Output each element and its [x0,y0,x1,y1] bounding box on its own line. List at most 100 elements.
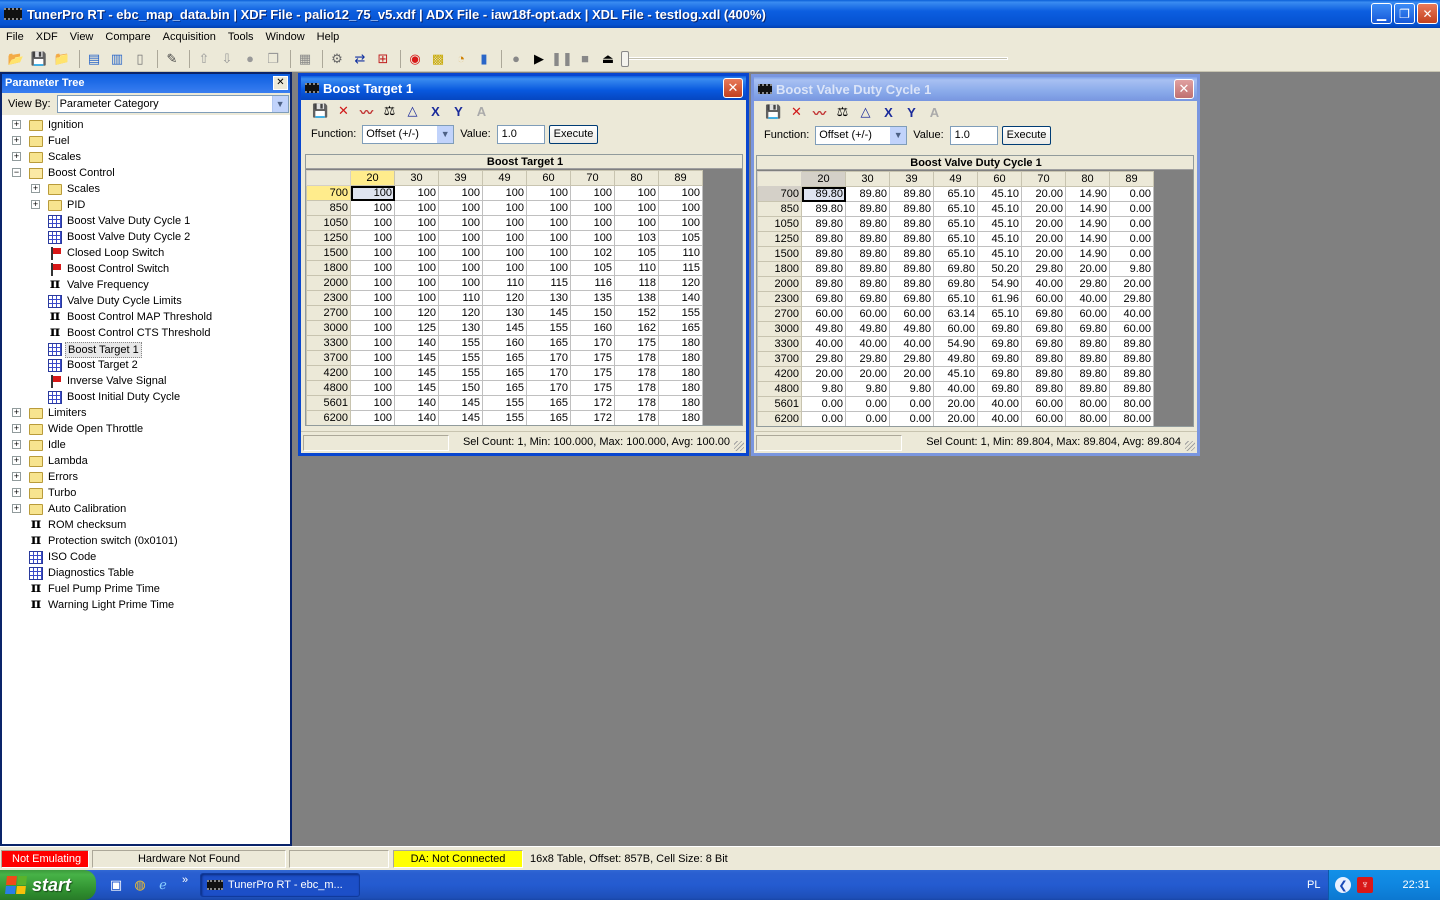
table-cell[interactable]: 60.00 [889,306,934,322]
font-icon[interactable]: A [472,102,491,120]
table-cell[interactable]: 60.00 [1021,396,1066,412]
table-cell[interactable]: 100 [570,200,615,216]
column-header[interactable]: 30 [845,171,890,187]
table-cell[interactable]: 145 [438,395,483,411]
table-cell[interactable]: 100 [526,260,571,276]
table-cell[interactable]: 89.80 [845,246,890,262]
table-cell[interactable]: 100 [482,230,527,246]
tree-item[interactable]: + Limiters [2,405,290,421]
table-cell[interactable]: 0.00 [1109,201,1154,217]
table-cell[interactable]: 89.80 [1109,366,1154,382]
table-cell[interactable]: 20.00 [1021,246,1066,262]
tree-item[interactable]: π Boost Control MAP Threshold [2,309,290,325]
table-cell[interactable]: 60.00 [845,306,890,322]
column-header[interactable]: 20 [350,170,395,186]
window-close-icon[interactable]: ✕ [1174,79,1194,99]
chevron-down-icon[interactable]: ▼ [890,126,907,144]
table-cell[interactable]: 100 [350,305,395,321]
table-cell[interactable]: 100 [526,230,571,246]
row-header[interactable]: 1800 [757,261,802,277]
table-cell[interactable]: 180 [658,395,703,411]
row-header[interactable]: 2000 [757,276,802,292]
table-cell[interactable]: 165 [482,380,527,396]
column-header[interactable]: 70 [1021,171,1066,187]
table-cell[interactable]: 100 [394,215,439,231]
table-cell[interactable]: 100 [438,215,483,231]
table-cell[interactable]: 100 [614,215,659,231]
column-header[interactable]: 49 [482,170,527,186]
collapse-icon[interactable]: − [12,168,21,177]
table-cell[interactable]: 100 [350,335,395,351]
row-header[interactable]: 6200 [306,410,351,425]
table-cell[interactable]: 9.80 [845,381,890,397]
table-cell[interactable]: 69.80 [1021,306,1066,322]
resize-grip[interactable] [1185,441,1195,451]
table-cell[interactable]: 160 [570,320,615,336]
table-cell[interactable]: 145 [438,410,483,425]
table-cell[interactable]: 0.00 [845,411,890,426]
axis-icon[interactable]: △ [403,102,422,120]
table-cell[interactable]: 40.00 [801,336,846,352]
table-cell[interactable]: 100 [570,215,615,231]
row-header[interactable]: 1250 [757,231,802,247]
table-cell[interactable]: 180 [658,350,703,366]
tree-item[interactable]: + Ignition [2,117,290,133]
row-header[interactable]: 2000 [306,275,351,291]
table-cell[interactable]: 100 [394,230,439,246]
log-icon[interactable]: ▩ [428,49,448,69]
table-cell[interactable]: 29.80 [889,351,934,367]
table-cell[interactable]: 170 [526,365,571,381]
table-cell[interactable]: 69.80 [977,366,1022,382]
table-cell[interactable]: 69.80 [1021,321,1066,337]
column-header[interactable]: 39 [889,171,934,187]
table-cell[interactable]: 29.80 [845,351,890,367]
chevron-down-icon[interactable]: ▼ [437,125,454,143]
table-cell[interactable]: 110 [614,260,659,276]
table-cell[interactable]: 65.10 [933,216,978,232]
slider-thumb[interactable] [621,51,629,67]
table-cell[interactable]: 138 [614,290,659,306]
table-cell[interactable]: 178 [614,380,659,396]
table-cell[interactable]: 65.10 [977,306,1022,322]
table-cell[interactable]: 89.80 [889,276,934,292]
table-cell[interactable]: 89.80 [801,201,846,217]
function-select[interactable]: Offset (+/-) ▼ [815,125,908,145]
axis-icon[interactable]: △ [856,103,875,121]
table-cell[interactable]: 165 [526,335,571,351]
tree-item[interactable]: π Boost Control CTS Threshold [2,325,290,341]
emulator-icon[interactable]: ▦ [295,49,315,69]
table-cell[interactable]: 49.80 [801,321,846,337]
row-header[interactable]: 4200 [757,366,802,382]
table-cell[interactable]: 135 [570,290,615,306]
table-cell[interactable]: 180 [658,365,703,381]
wizard-icon[interactable]: ✎ [162,49,182,69]
table-cell[interactable]: 100 [350,275,395,291]
menu-acquisition[interactable]: Acquisition [157,28,222,46]
table-cell[interactable]: 89.80 [889,231,934,247]
table-cell[interactable]: 69.80 [977,351,1022,367]
table-cell[interactable]: 130 [482,305,527,321]
table-cell[interactable]: 105 [658,230,703,246]
play-icon[interactable]: ▶ [529,49,549,69]
table-cell[interactable]: 89.80 [1021,381,1066,397]
table-cell[interactable]: 40.00 [1065,291,1110,307]
table-cell[interactable]: 100 [394,275,439,291]
table-cell[interactable]: 45.10 [977,216,1022,232]
table-cell[interactable]: 63.14 [933,306,978,322]
taskbar-item-tunerpro[interactable]: TunerPro RT - ebc_m... [200,873,360,897]
value-input[interactable]: 1.0 [496,124,545,144]
expand-icon[interactable]: + [12,152,21,161]
table-cell[interactable]: 80.00 [1109,396,1154,412]
table-cell[interactable]: 89.80 [801,276,846,292]
table-cell[interactable]: 45.10 [933,366,978,382]
table-cell[interactable]: 89.80 [801,261,846,277]
tree-item[interactable]: Valve Duty Cycle Limits [2,293,290,309]
table-cell[interactable]: 100 [394,185,439,201]
column-header[interactable]: 30 [394,170,439,186]
table-cell[interactable]: 40.00 [889,336,934,352]
column-header[interactable]: 20 [801,171,846,187]
table-cell[interactable]: 155 [526,320,571,336]
table-cell[interactable]: 40.00 [977,411,1022,426]
table-cell[interactable]: 100 [350,290,395,306]
cancel-icon[interactable]: ✕ [334,102,353,120]
